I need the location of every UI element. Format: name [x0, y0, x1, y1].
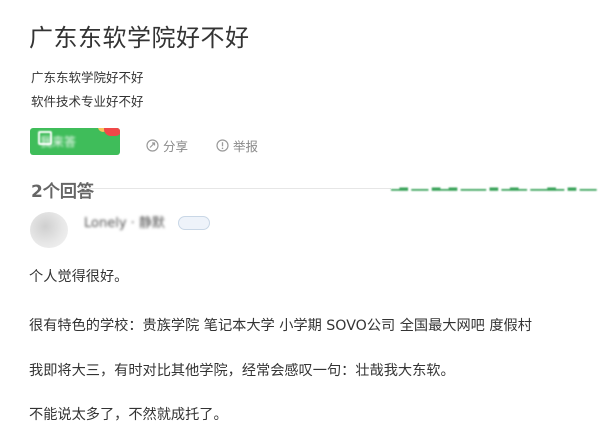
answer-paragraph: 个人觉得很好。	[29, 269, 129, 285]
answer-paragraph: 不能说太多了，不然就成托了。	[29, 407, 228, 423]
answer-paragraph: 我即将大三，有时对比其他学院，经常会感叹一句：壮哉我大东软。	[29, 363, 455, 379]
user-level-badge	[178, 216, 210, 230]
promo-link[interactable]: ▁▂ ▁▁ ▂▁▂ ▁▁▁ ▂ ▁▂▁ ▁▁▂▁ ▂ ▁▁	[391, 181, 603, 191]
section-divider	[79, 188, 391, 189]
question-description-line: 广东东软学院好不好	[31, 70, 144, 85]
notification-badge	[104, 128, 120, 136]
answer-author[interactable]: Lonely · 静默	[84, 212, 165, 231]
answer-button-label: 我来答	[40, 135, 77, 149]
avatar[interactable]	[30, 212, 68, 248]
page-title: 广东东软学院好不好	[29, 24, 250, 52]
answer-paragraph: 很有特色的学校：贵族学院 笔记本大学 小学期 SOVO公司 全国最大网吧 度假村	[29, 318, 532, 334]
answers-count: 2个回答	[31, 182, 94, 202]
question-description-line: 软件技术专业好不好	[31, 94, 144, 109]
share-icon	[146, 139, 159, 152]
share-button[interactable]: 分享	[146, 136, 188, 155]
report-icon	[216, 139, 229, 152]
report-button[interactable]: 举报	[216, 136, 258, 155]
share-label: 分享	[163, 139, 189, 154]
report-label: 举报	[233, 139, 259, 154]
answer-button[interactable]: 我来答	[30, 128, 120, 155]
